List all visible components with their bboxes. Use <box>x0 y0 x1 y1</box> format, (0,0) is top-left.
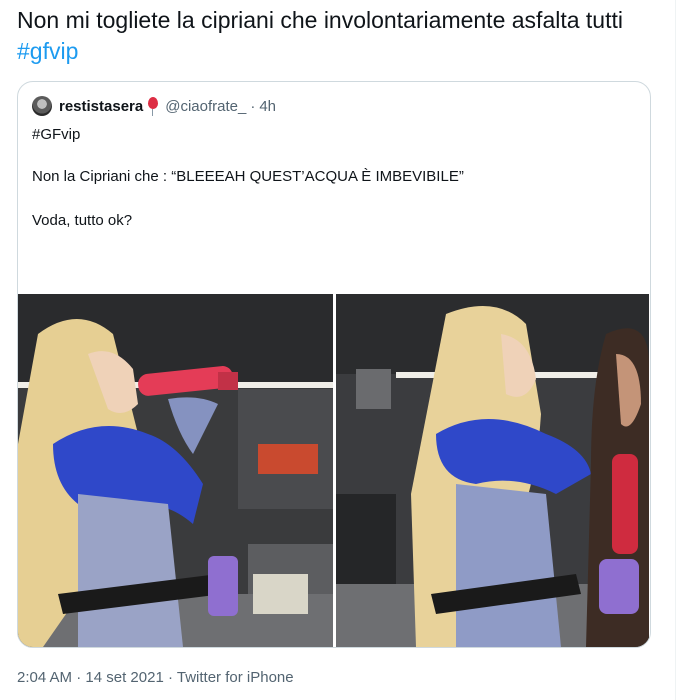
photo-right-image <box>335 294 649 647</box>
quoted-author-name[interactable]: restistasera <box>59 98 143 115</box>
quoted-tweet[interactable]: restistasera @ciaofrate_ · 4h #GFvip Non… <box>17 81 651 648</box>
quoted-author-handle[interactable]: @ciaofrate_ <box>165 98 246 115</box>
tweet-text: Non mi togliete la cipriani che involont… <box>17 5 637 67</box>
separator-dot: · <box>250 97 256 115</box>
quoted-text-line: Voda, tutto ok? <box>32 212 133 229</box>
tweet-source[interactable]: Twitter for iPhone <box>177 669 294 686</box>
media-gallery <box>18 294 650 647</box>
photo-left[interactable] <box>18 294 333 647</box>
photo-left-image <box>18 294 333 647</box>
quoted-hashtag[interactable]: #GFvip <box>32 126 80 143</box>
tweet-meta: 2:04 AM · 14 set 2021 · Twitter for iPho… <box>17 669 294 686</box>
separator-dot: · <box>76 669 82 686</box>
balloon-icon <box>147 96 159 116</box>
quoted-tweet-header: restistasera @ciaofrate_ · 4h <box>32 94 276 118</box>
tweet-time[interactable]: 2:04 AM <box>17 669 72 686</box>
hashtag-link[interactable]: #gfvip <box>17 38 78 64</box>
separator-dot: · <box>167 669 173 686</box>
quoted-text-line: Non la Cipriani che : “BLEEEAH QUEST’ACQ… <box>32 168 464 185</box>
tweet-body: Non mi togliete la cipriani che involont… <box>17 7 623 33</box>
photo-right[interactable] <box>335 294 651 647</box>
tweet-date[interactable]: 14 set 2021 <box>85 669 163 686</box>
avatar[interactable] <box>32 96 52 116</box>
quoted-timestamp[interactable]: 4h <box>259 98 276 115</box>
